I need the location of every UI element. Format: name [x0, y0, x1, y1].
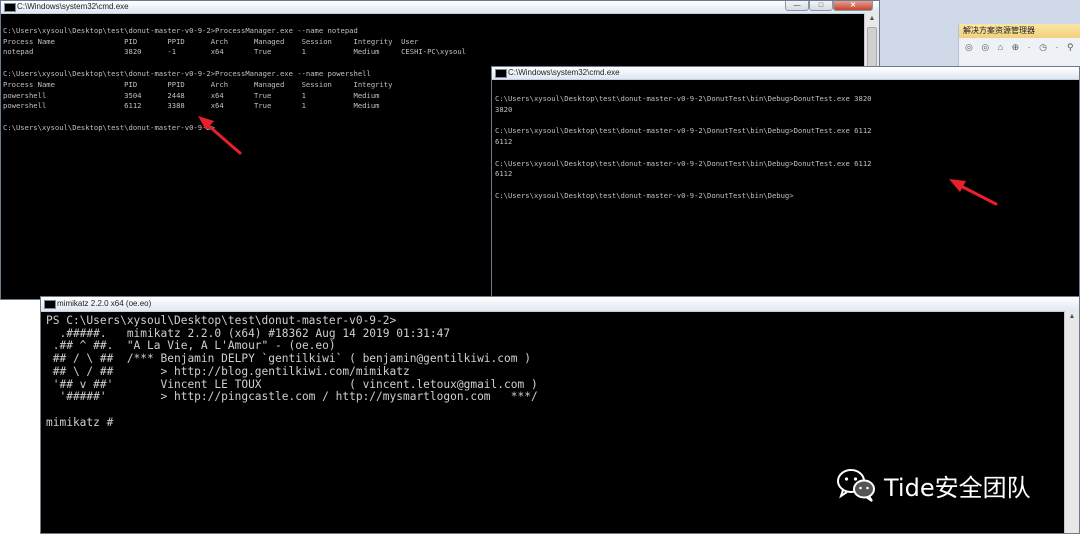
console-line: Process Name PID PPID Arch Managed Sessi… [3, 36, 419, 46]
console-line: C:\Users\xysoul\Desktop\test\donut-maste… [495, 158, 872, 168]
scroll-up-arrow-icon[interactable]: ▲ [1065, 311, 1079, 323]
window-titlebar[interactable]: C:\Windows\system32\cmd.exe [492, 67, 1079, 80]
console-line: PS C:\Users\xysoul\Desktop\test\donut-ma… [46, 314, 397, 327]
window-titlebar[interactable]: C:\Windows\system32\cmd.exe — □ ✕ [1, 1, 879, 14]
cmd-window-donuttest[interactable]: C:\Windows\system32\cmd.exe C:\Users\xys… [491, 66, 1080, 304]
console-line: 3820 [495, 104, 513, 114]
console-line: C:\Users\xysoul\Desktop\test\donut-maste… [3, 25, 358, 35]
console-line: notepad 3820 -1 x64 True 1 Medium CESHI-… [3, 47, 467, 57]
watermark: Tide安全团队 [836, 467, 1031, 503]
maximize-button[interactable]: □ [809, 1, 833, 11]
console-line: '#####' > http://pingcastle.com / http:/… [46, 390, 538, 404]
cmd-icon [495, 69, 507, 78]
watermark-text: Tide安全团队 [884, 473, 1031, 502]
window-titlebar[interactable]: mimikatz 2.2.0 x64 (oe.eo) [41, 297, 1079, 312]
console-output[interactable]: C:\Users\xysoul\Desktop\test\donut-maste… [495, 83, 871, 202]
vertical-scrollbar[interactable]: ▲ [1064, 311, 1079, 533]
console-line: .## ^ ##. "A La Vie, A L'Amour" - (oe.eo… [46, 339, 336, 353]
console-line: ## \ / ## > http://blog.gentilkiwi.com/m… [46, 364, 410, 378]
console-line: C:\Users\xysoul\Desktop\test\donut-maste… [495, 126, 872, 136]
scroll-up-arrow-icon[interactable]: ▲ [865, 13, 879, 25]
close-button[interactable]: ✕ [833, 1, 873, 11]
console-output[interactable]: C:\Users\xysoul\Desktop\test\donut-maste… [3, 15, 466, 134]
window-title: mimikatz 2.2.0 x64 (oe.eo) [57, 299, 152, 308]
console-line: C:\Users\xysoul\Desktop\test\donut-maste… [495, 93, 872, 103]
console-line: '## v ##' Vincent LE TOUX ( vincent.leto… [46, 377, 538, 391]
window-title: C:\Windows\system32\cmd.exe [508, 68, 620, 77]
mimikatz-icon [44, 300, 56, 309]
console-output[interactable]: PS C:\Users\xysoul\Desktop\test\donut-ma… [46, 314, 538, 429]
solution-explorer-toolbar[interactable]: ◎ ◎ ⌂ ⊕ · ◷ · ⚲ [959, 38, 1080, 56]
console-line: 6112 [495, 136, 513, 146]
console-line: Process Name PID PPID Arch Managed Sessi… [3, 79, 393, 89]
solution-explorer-title: 解决方案资源管理器 [959, 24, 1080, 38]
console-line: C:\Users\xysoul\Desktop\test\donut-maste… [495, 190, 794, 200]
console-line: C:\Users\xysoul\Desktop\test\donut-maste… [3, 68, 371, 78]
window-title: C:\Windows\system32\cmd.exe [17, 2, 129, 11]
console-line: .#####. mimikatz 2.2.0 (x64) #18362 Aug … [46, 326, 451, 340]
console-line: 6112 [495, 169, 513, 179]
console-line: mimikatz # [46, 415, 114, 429]
console-line: powershell 6112 3388 x64 True 1 Medium [3, 101, 380, 111]
console-line: C:\Users\xysoul\Desktop\test\donut-maste… [3, 122, 216, 132]
console-line: powershell 3504 2448 x64 True 1 Medium [3, 90, 380, 100]
cmd-icon [4, 3, 16, 12]
console-line: ## / \ ## /*** Benjamin DELPY `gentilkiw… [46, 352, 531, 366]
minimize-button[interactable]: — [785, 1, 809, 11]
wechat-icon [837, 469, 875, 502]
